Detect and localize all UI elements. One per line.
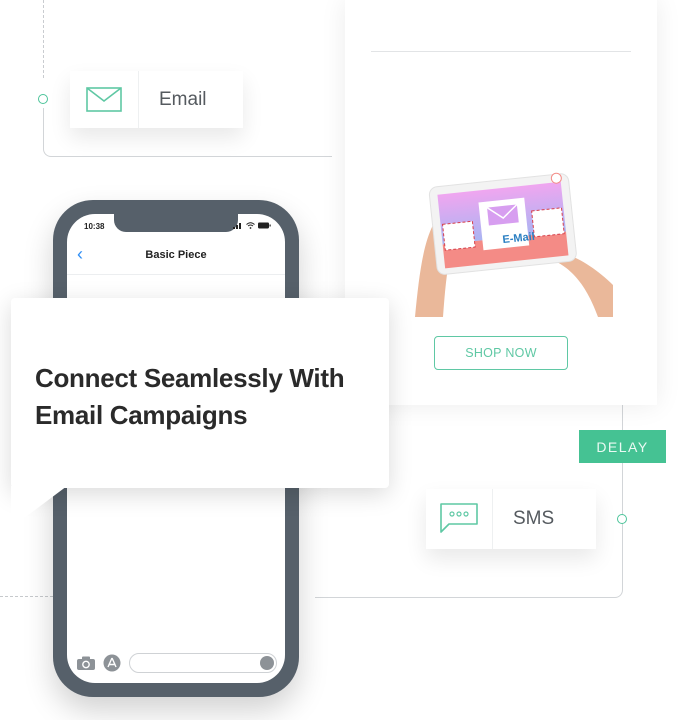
email-icon-cell <box>70 71 139 128</box>
status-time: 10:38 <box>84 222 105 231</box>
phone-notch <box>114 214 238 232</box>
shop-now-button[interactable]: SHOP NOW <box>434 336 568 370</box>
status-bar-icons <box>233 222 271 229</box>
nav-divider <box>67 274 285 275</box>
sms-icon-cell <box>426 489 493 549</box>
email-tablet-illustration: E-Mail <box>413 165 613 317</box>
wifi-icon <box>246 222 255 229</box>
preview-divider <box>371 51 631 52</box>
signal-icon <box>233 223 241 229</box>
headline-text: Connect Seamlessly With Email Campaigns <box>35 360 385 434</box>
callout-tail <box>11 486 67 528</box>
headline-line-2: Email Campaigns <box>35 400 248 430</box>
nav-title: Basic Piece <box>145 249 207 261</box>
headline-callout: Connect Seamlessly With Email Campaigns <box>11 298 389 488</box>
battery-icon <box>258 222 271 229</box>
email-preview-panel: E-Mail SHOP NOW <box>345 0 657 405</box>
headline-line-1: Connect Seamlessly With <box>35 363 345 393</box>
email-channel-label: Email <box>159 88 207 110</box>
message-toolbar <box>77 652 277 674</box>
flow-node-email[interactable] <box>38 94 48 104</box>
email-channel-card[interactable]: Email <box>70 71 243 128</box>
delay-badge[interactable]: DELAY <box>579 430 666 463</box>
app-store-icon[interactable] <box>103 654 121 672</box>
message-input[interactable] <box>129 653 277 673</box>
envelope-icon <box>86 87 122 112</box>
microphone-icon[interactable] <box>260 656 274 670</box>
sms-channel-card[interactable]: SMS <box>426 489 596 549</box>
flow-node-sms[interactable] <box>617 514 627 524</box>
camera-icon[interactable] <box>77 656 95 670</box>
chat-bubble-icon <box>440 503 478 533</box>
sms-channel-label: SMS <box>513 508 555 529</box>
flow-connector-dashed <box>43 0 44 78</box>
